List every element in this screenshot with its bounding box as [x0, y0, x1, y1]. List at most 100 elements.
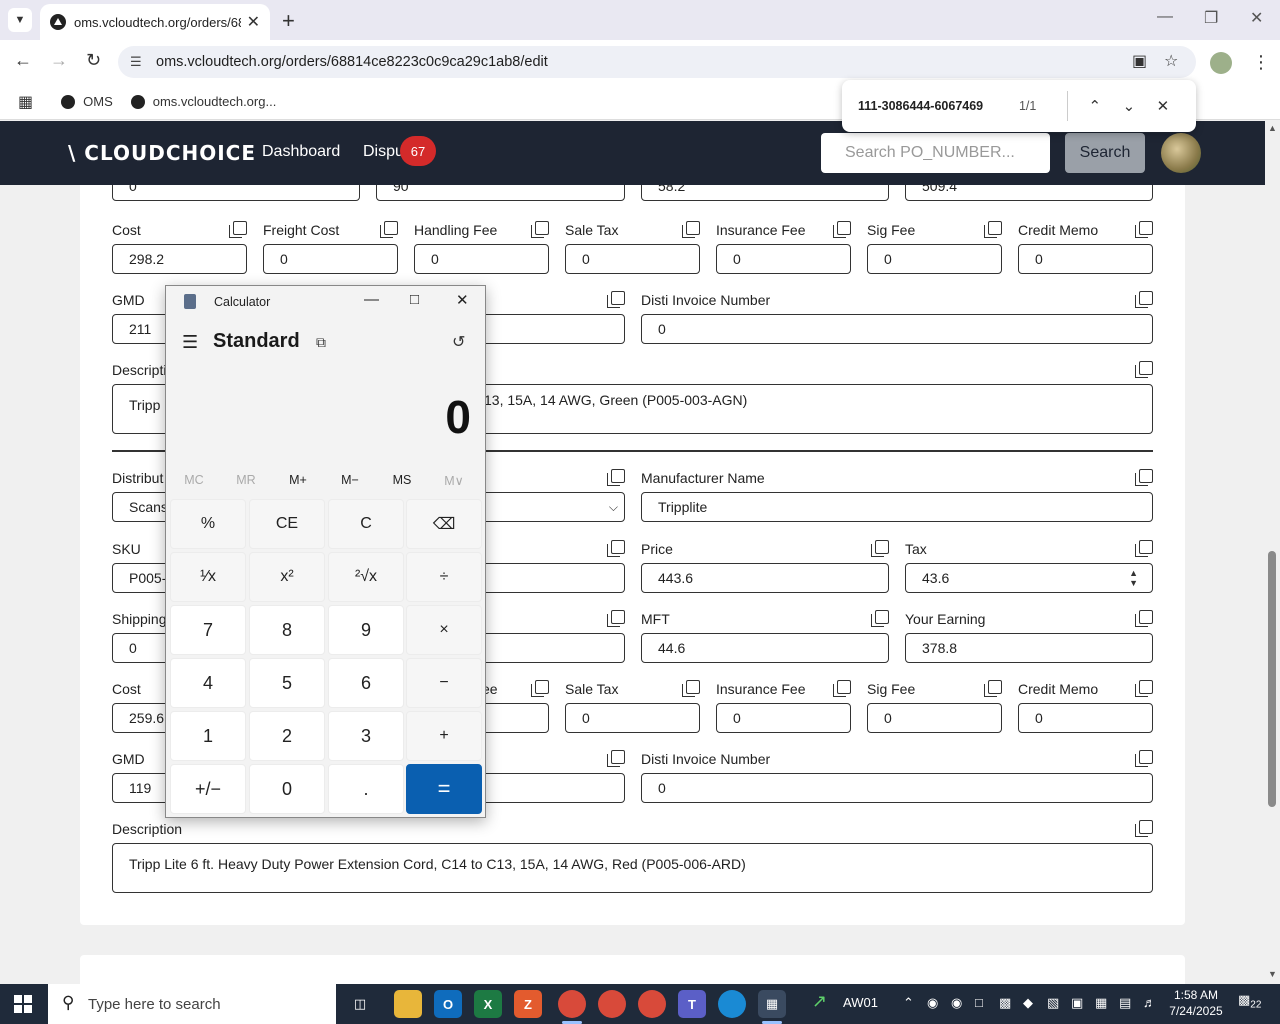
excel-icon[interactable]: X — [474, 990, 502, 1018]
tab-close-icon[interactable]: ✕ — [247, 12, 260, 32]
calc-close-icon[interactable]: ✕ — [456, 291, 469, 309]
item1-cost-input[interactable]: 298.2 — [112, 244, 247, 274]
copy-icon[interactable] — [229, 221, 247, 238]
copy-icon[interactable] — [607, 469, 625, 486]
find-close-icon[interactable]: ✕ — [1146, 97, 1180, 115]
digit-8-button[interactable]: 8 — [249, 605, 325, 655]
item1-freight-input[interactable]: 0 — [263, 244, 398, 274]
copy-icon[interactable] — [1135, 469, 1153, 486]
square-root-button[interactable]: ²√x — [328, 552, 404, 602]
apps-grid-icon[interactable]: ▦ — [18, 92, 33, 112]
copy-icon[interactable] — [531, 221, 549, 238]
copy-icon[interactable] — [1135, 361, 1153, 378]
digit-7-button[interactable]: 7 — [170, 605, 246, 655]
outlook-tray-icon[interactable]: □ — [975, 995, 983, 1010]
digit-0-button[interactable]: 0 — [249, 764, 325, 814]
copy-icon[interactable] — [984, 680, 1002, 697]
restore-icon[interactable]: ❐ — [1204, 8, 1218, 28]
item2-description-input[interactable]: Tripp Lite 6 ft. Heavy Duty Power Extens… — [112, 843, 1153, 893]
po-search-input[interactable]: Search PO_NUMBER... — [821, 133, 1050, 173]
bookmark-star-icon[interactable]: ☆ — [1164, 51, 1178, 71]
site-info-icon[interactable]: ☰ — [130, 54, 142, 70]
copy-icon[interactable] — [607, 540, 625, 557]
copy-icon[interactable] — [607, 750, 625, 767]
lens-icon[interactable]: ▣ — [1132, 51, 1147, 71]
copy-icon[interactable] — [607, 291, 625, 308]
chrome-profile-2-icon[interactable] — [598, 990, 626, 1018]
copy-icon[interactable] — [380, 221, 398, 238]
windows-start-icon[interactable] — [14, 995, 32, 1013]
item2-disti-input[interactable]: 0 — [641, 773, 1153, 803]
item2-insurance-input[interactable]: 0 — [716, 703, 851, 733]
number-spinner-icon[interactable]: ▲ ▼ — [1129, 568, 1138, 588]
equals-button[interactable]: = — [406, 764, 482, 814]
item2-mft-input[interactable]: 44.6 — [641, 633, 889, 663]
user-avatar[interactable] — [1161, 133, 1201, 173]
copy-icon[interactable] — [871, 540, 889, 557]
memory-recall-button[interactable]: MR — [224, 473, 268, 487]
clear-button[interactable]: C — [328, 499, 404, 549]
clear-entry-button[interactable]: CE — [249, 499, 325, 549]
back-icon[interactable]: ← — [14, 50, 32, 71]
vpn-tray-icon[interactable]: ▣ — [1071, 995, 1083, 1011]
bookmark-oms[interactable]: OMS — [61, 94, 113, 109]
stock-chart-icon[interactable]: ↗ — [812, 991, 827, 1012]
copy-icon[interactable] — [833, 680, 851, 697]
percent-button[interactable]: % — [170, 499, 246, 549]
notification-center-icon[interactable]: ▩22 — [1238, 992, 1261, 1011]
item2-earning-input[interactable]: 378.8 — [905, 633, 1153, 663]
teams-icon[interactable]: T — [678, 990, 706, 1018]
memory-store-button[interactable]: MS — [380, 473, 424, 487]
edge-icon[interactable] — [718, 990, 746, 1018]
find-previous-icon[interactable]: ⌃ — [1078, 97, 1112, 115]
decimal-button[interactable]: . — [328, 764, 404, 814]
weather-label[interactable]: AW01 — [843, 995, 878, 1010]
digit-1-button[interactable]: 1 — [170, 711, 246, 761]
item2-sale-tax-input[interactable]: 0 — [565, 703, 700, 733]
chrome-tray-icon[interactable]: ◉ — [927, 995, 938, 1011]
item1-field-d[interactable]: 509.4 — [905, 185, 1153, 201]
copy-icon[interactable] — [1135, 610, 1153, 627]
search-button[interactable]: Search — [1065, 133, 1145, 173]
page-scrollbar[interactable]: ▲ ▼ — [1265, 121, 1280, 984]
hamburger-menu-icon[interactable]: ☰ — [182, 332, 198, 353]
forward-icon[interactable]: → — [50, 50, 68, 71]
close-window-icon[interactable]: ✕ — [1250, 8, 1263, 28]
profile-icon[interactable] — [1210, 52, 1232, 74]
item2-sig-input[interactable]: 0 — [867, 703, 1002, 733]
cloudchoice-logo[interactable]: \ CLOUDCHOICE — [68, 141, 256, 165]
copy-icon[interactable] — [1135, 820, 1153, 837]
memory-add-button[interactable]: M+ — [276, 473, 320, 487]
item1-credit-input[interactable]: 0 — [1018, 244, 1153, 274]
backspace-button[interactable]: ⌫ — [406, 499, 482, 549]
copy-icon[interactable] — [682, 221, 700, 238]
nav-disputes[interactable]: Dispu — [363, 143, 404, 161]
app-tray-icon[interactable]: ▦ — [1095, 995, 1107, 1011]
item1-field-c[interactable]: 58.2 — [641, 185, 889, 201]
digit-2-button[interactable]: 2 — [249, 711, 325, 761]
file-explorer-icon[interactable] — [394, 990, 422, 1018]
copy-icon[interactable] — [984, 221, 1002, 238]
digit-4-button[interactable]: 4 — [170, 658, 246, 708]
digit-5-button[interactable]: 5 — [249, 658, 325, 708]
item2-credit-input[interactable]: 0 — [1018, 703, 1153, 733]
copy-icon[interactable] — [1135, 221, 1153, 238]
show-hidden-icons-icon[interactable]: ⌃ — [903, 995, 914, 1011]
copy-icon[interactable] — [1135, 540, 1153, 557]
taskbar-search-input[interactable]: ⚲ Type here to search — [48, 984, 336, 1024]
zoho-icon[interactable]: Z — [514, 990, 542, 1018]
item1-handling-input[interactable]: 0 — [414, 244, 549, 274]
copy-icon[interactable] — [1135, 750, 1153, 767]
chrome-icon[interactable] — [558, 990, 586, 1018]
chrome-profile-3-icon[interactable] — [638, 990, 666, 1018]
calc-minimize-icon[interactable]: — — [364, 291, 379, 308]
nav-dashboard[interactable]: Dashboard — [262, 143, 340, 161]
scroll-down-icon[interactable]: ▼ — [1268, 969, 1277, 979]
multiply-button[interactable]: × — [406, 605, 482, 655]
tab-search-icon[interactable]: ▼ — [8, 8, 32, 32]
memory-clear-button[interactable]: MC — [172, 473, 216, 487]
copy-icon[interactable] — [871, 610, 889, 627]
history-icon[interactable]: ↺ — [452, 332, 465, 352]
item2-price-input[interactable]: 443.6 — [641, 563, 889, 593]
find-next-icon[interactable]: ⌄ — [1112, 97, 1146, 115]
